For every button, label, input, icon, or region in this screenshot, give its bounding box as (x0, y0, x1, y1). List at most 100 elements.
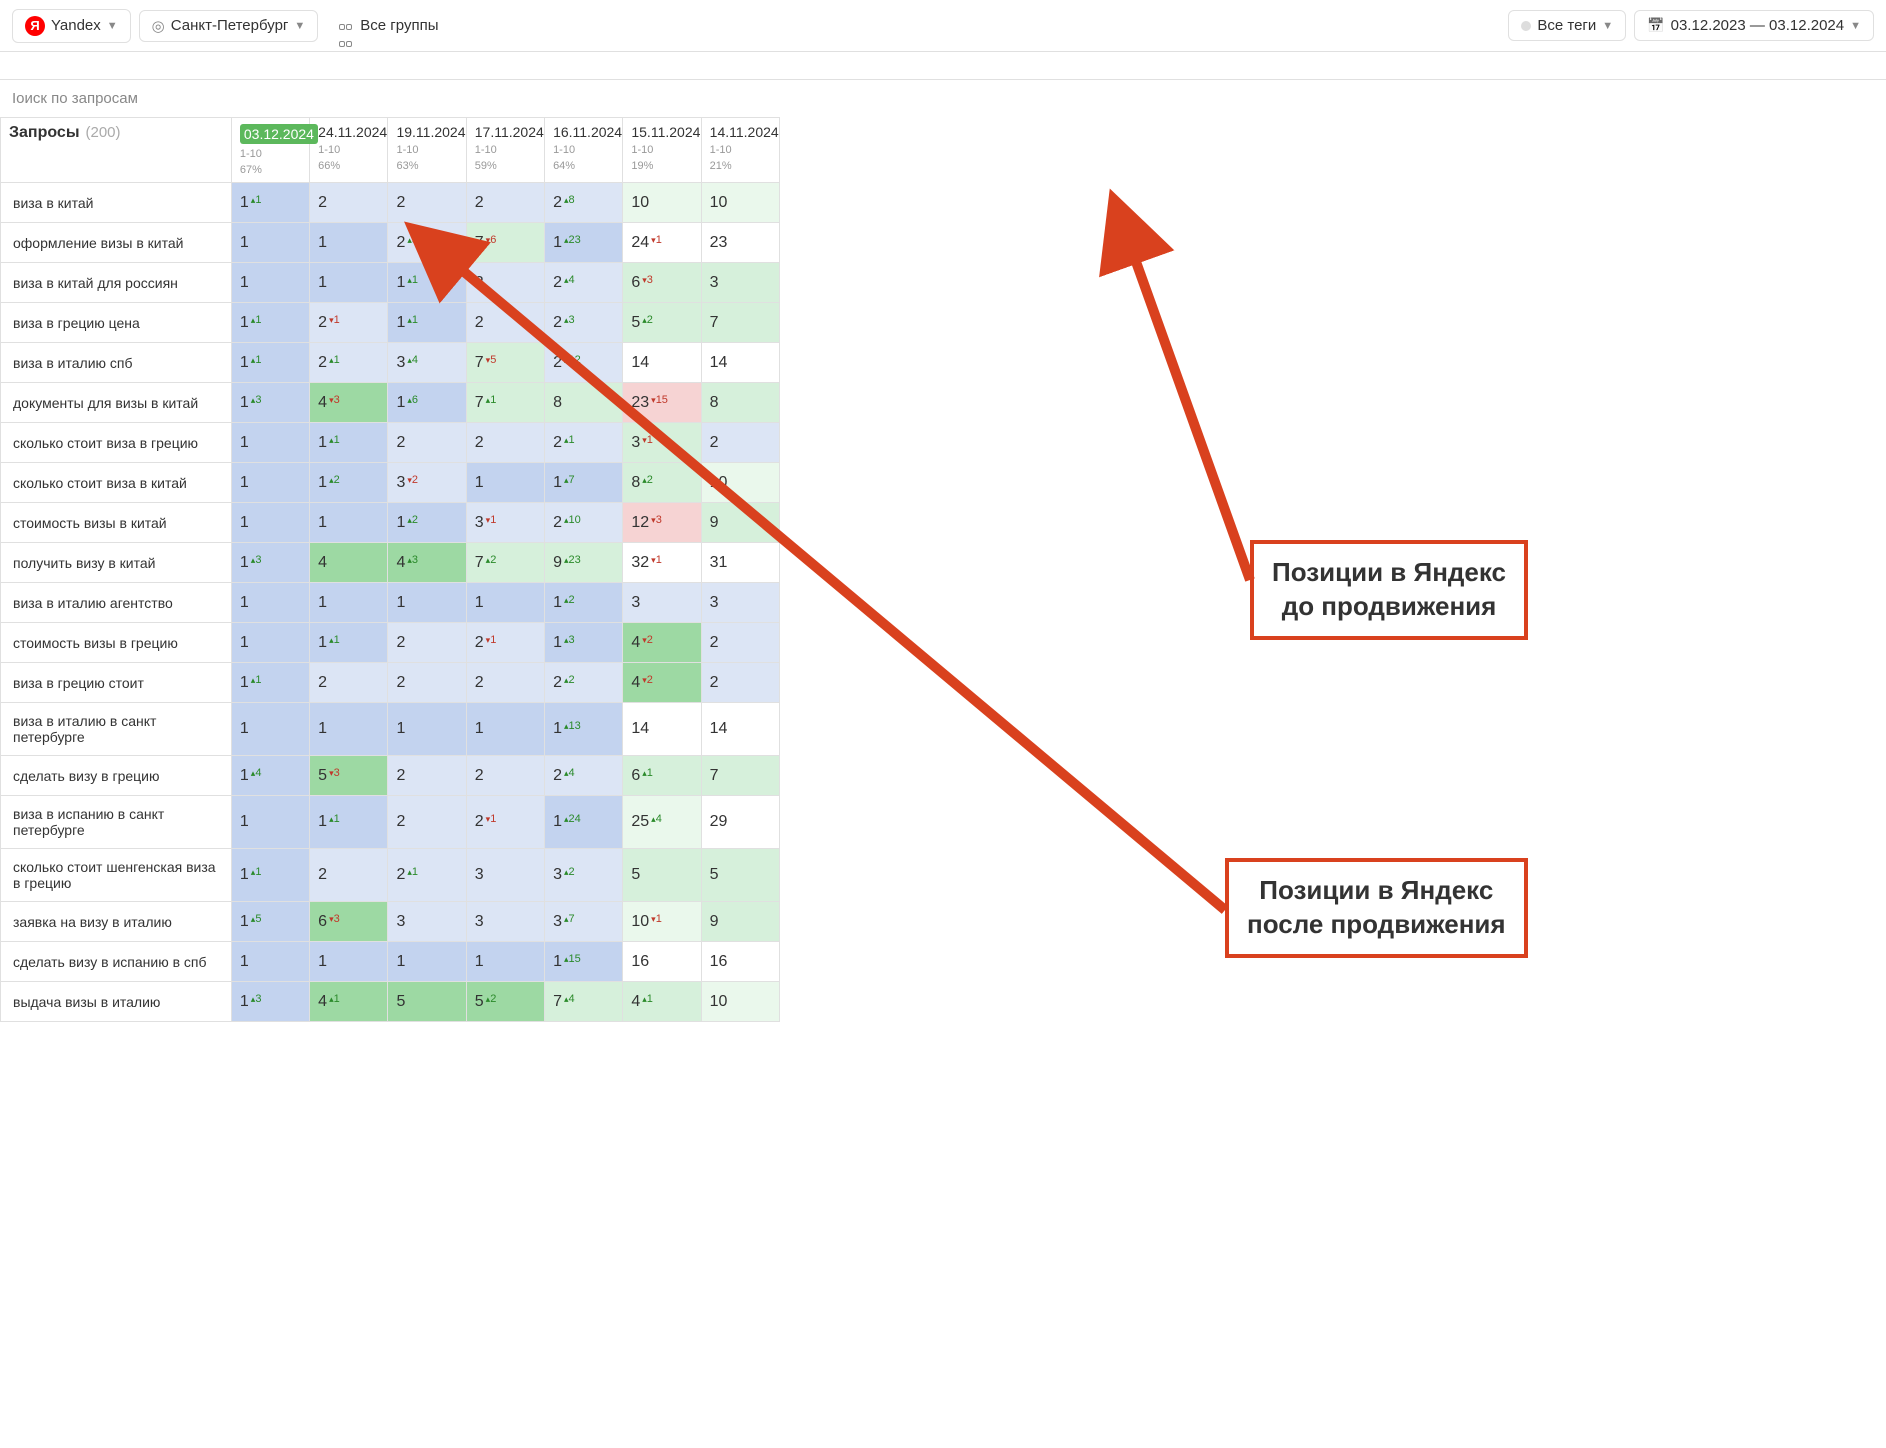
position-cell[interactable]: 1 (466, 942, 544, 982)
search-input[interactable]: Іоиск по запросам (0, 80, 1886, 117)
position-cell[interactable]: 2 (466, 663, 544, 703)
query-cell[interactable]: сколько стоит шенгенская виза в грецию (1, 849, 232, 902)
position-cell[interactable]: 21 (310, 303, 388, 343)
position-cell[interactable]: 13 (231, 383, 309, 423)
position-cell[interactable]: 2 (701, 623, 779, 663)
position-cell[interactable]: 5 (701, 849, 779, 902)
position-cell[interactable]: 1 (231, 942, 309, 982)
position-cell[interactable]: 2 (388, 183, 466, 223)
position-cell[interactable]: 1 (310, 223, 388, 263)
position-cell[interactable]: 16 (388, 383, 466, 423)
position-cell[interactable]: 2 (310, 183, 388, 223)
position-cell[interactable]: 2 (388, 756, 466, 796)
position-cell[interactable]: 22 (545, 663, 623, 703)
position-cell[interactable]: 32 (388, 463, 466, 503)
engine-selector[interactable]: Я Yandex ▼ (12, 9, 131, 43)
position-cell[interactable]: 34 (388, 343, 466, 383)
position-cell[interactable]: 31 (466, 503, 544, 543)
position-cell[interactable]: 8 (701, 383, 779, 423)
position-cell[interactable]: 3 (388, 902, 466, 942)
position-cell[interactable]: 31 (701, 543, 779, 583)
position-cell[interactable]: 12 (545, 583, 623, 623)
position-cell[interactable]: 13 (231, 982, 309, 1022)
position-cell[interactable]: 11 (231, 849, 309, 902)
position-cell[interactable]: 23 (701, 223, 779, 263)
position-cell[interactable]: 11 (231, 343, 309, 383)
position-cell[interactable]: 2 (701, 663, 779, 703)
position-cell[interactable]: 82 (623, 463, 701, 503)
position-cell[interactable]: 42 (623, 623, 701, 663)
position-cell[interactable]: 76 (466, 223, 544, 263)
query-cell[interactable]: стоимость визы в грецию (1, 623, 232, 663)
position-cell[interactable]: 2 (310, 663, 388, 703)
position-cell[interactable]: 11 (310, 623, 388, 663)
query-cell[interactable]: виза в италию в санкт петербурге (1, 703, 232, 756)
query-cell[interactable]: заявка на визу в италию (1, 902, 232, 942)
position-cell[interactable]: 1 (310, 703, 388, 756)
position-cell[interactable]: 21 (388, 849, 466, 902)
position-cell[interactable]: 11 (388, 303, 466, 343)
position-cell[interactable]: 1 (310, 942, 388, 982)
query-cell[interactable]: виза в италию спб (1, 343, 232, 383)
position-cell[interactable]: 63 (310, 902, 388, 942)
position-cell[interactable]: 923 (545, 543, 623, 583)
query-cell[interactable]: получить визу в китай (1, 543, 232, 583)
position-cell[interactable]: 1 (231, 796, 309, 849)
position-cell[interactable]: 13 (231, 543, 309, 583)
position-cell[interactable]: 7 (701, 756, 779, 796)
position-cell[interactable]: 75 (466, 343, 544, 383)
position-cell[interactable]: 12 (388, 503, 466, 543)
position-cell[interactable]: 1 (388, 942, 466, 982)
position-cell[interactable]: 1 (310, 583, 388, 623)
position-cell[interactable]: 1 (231, 623, 309, 663)
position-cell[interactable]: 23 (545, 303, 623, 343)
position-cell[interactable]: 254 (623, 796, 701, 849)
groups-selector[interactable]: Все группы (326, 11, 450, 40)
position-cell[interactable]: 11 (231, 303, 309, 343)
position-cell[interactable]: 1 (466, 583, 544, 623)
position-cell[interactable]: 16 (701, 942, 779, 982)
position-cell[interactable]: 10 (623, 183, 701, 223)
position-cell[interactable]: 1 (231, 423, 309, 463)
position-cell[interactable]: 11 (388, 263, 466, 303)
position-cell[interactable]: 2 (466, 423, 544, 463)
position-cell[interactable]: 28 (545, 183, 623, 223)
date-column-header[interactable]: 03.12.20241-1067% (231, 118, 309, 183)
position-cell[interactable]: 2 (310, 849, 388, 902)
query-cell[interactable]: виза в китай для россиян (1, 263, 232, 303)
position-cell[interactable]: 1 (231, 223, 309, 263)
position-cell[interactable]: 2 (388, 663, 466, 703)
position-cell[interactable]: 1 (310, 263, 388, 303)
position-cell[interactable]: 21 (466, 796, 544, 849)
position-cell[interactable]: 3 (466, 849, 544, 902)
position-cell[interactable]: 24 (545, 263, 623, 303)
position-cell[interactable]: 4 (310, 543, 388, 583)
position-cell[interactable]: 1 (466, 463, 544, 503)
query-cell[interactable]: виза в грецию стоит (1, 663, 232, 703)
date-column-header[interactable]: 14.11.20241-1021% (701, 118, 779, 183)
position-cell[interactable]: 74 (545, 982, 623, 1022)
query-cell[interactable]: виза в испанию в санкт петербурге (1, 796, 232, 849)
position-cell[interactable]: 15 (231, 902, 309, 942)
position-cell[interactable]: 21 (310, 343, 388, 383)
position-cell[interactable]: 17 (545, 463, 623, 503)
position-cell[interactable]: 63 (623, 263, 701, 303)
position-cell[interactable]: 241 (623, 223, 701, 263)
position-cell[interactable]: 71 (466, 383, 544, 423)
position-cell[interactable]: 2 (466, 303, 544, 343)
date-range-selector[interactable]: 03.12.2023 — 03.12.2024 ▼ (1634, 10, 1874, 41)
position-cell[interactable]: 61 (623, 756, 701, 796)
position-cell[interactable]: 43 (388, 543, 466, 583)
position-cell[interactable]: 1 (231, 583, 309, 623)
position-cell[interactable]: 10 (701, 183, 779, 223)
position-cell[interactable]: 52 (623, 303, 701, 343)
position-cell[interactable]: 1 (388, 703, 466, 756)
position-cell[interactable]: 1 (231, 503, 309, 543)
position-cell[interactable]: 21 (545, 423, 623, 463)
position-cell[interactable]: 14 (701, 343, 779, 383)
position-cell[interactable]: 41 (623, 982, 701, 1022)
position-cell[interactable]: 7 (701, 303, 779, 343)
position-cell[interactable]: 2 (388, 796, 466, 849)
position-cell[interactable]: 1 (231, 463, 309, 503)
position-cell[interactable]: 11 (231, 663, 309, 703)
